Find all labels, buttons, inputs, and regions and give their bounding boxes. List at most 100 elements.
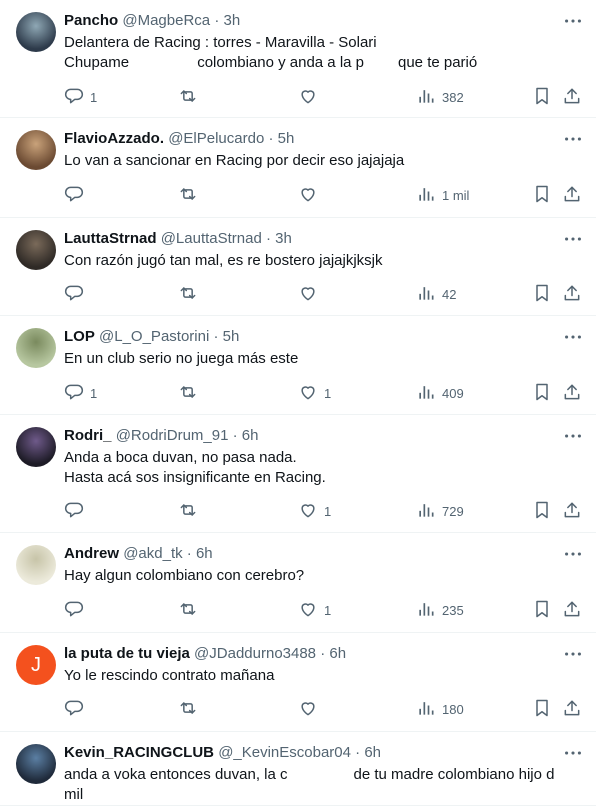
tweet[interactable]: LauttaStrnad @LauttaStrnad · 3h Con razón… bbox=[0, 218, 596, 316]
more-options-icon[interactable] bbox=[562, 543, 584, 565]
timestamp[interactable]: 6h bbox=[329, 645, 346, 662]
reply-button[interactable]: 1 bbox=[64, 86, 97, 108]
display-name[interactable]: LOP bbox=[64, 328, 95, 345]
share-button[interactable] bbox=[562, 698, 582, 720]
timestamp[interactable]: 6h bbox=[196, 545, 213, 562]
bookmark-button[interactable] bbox=[532, 599, 552, 621]
like-button[interactable]: 1 bbox=[298, 500, 331, 522]
more-options-icon[interactable] bbox=[562, 128, 584, 150]
retweet-button[interactable] bbox=[178, 698, 198, 720]
views-button[interactable]: 382 bbox=[416, 86, 464, 108]
tweet[interactable]: LOP @L_O_Pastorini · 5h En un club serio … bbox=[0, 316, 596, 415]
avatar[interactable] bbox=[16, 130, 56, 170]
like-button[interactable] bbox=[298, 184, 318, 206]
retweet-button[interactable] bbox=[178, 599, 198, 621]
views-button[interactable]: 42 bbox=[416, 283, 456, 305]
display-name[interactable]: FlavioAzzado. bbox=[64, 130, 164, 147]
tweet[interactable]: Pancho @MagbeRca · 3h Delantera de Racing… bbox=[0, 0, 596, 118]
more-options-icon[interactable] bbox=[562, 228, 584, 250]
share-button[interactable] bbox=[562, 184, 582, 206]
tweet-actions: 42 bbox=[0, 283, 596, 305]
like-button[interactable] bbox=[298, 86, 318, 108]
timestamp[interactable]: 6h bbox=[364, 744, 381, 761]
more-options-icon[interactable] bbox=[562, 643, 584, 665]
username-handle[interactable]: @RodriDrum_91 bbox=[116, 427, 229, 444]
more-options-icon[interactable] bbox=[562, 425, 584, 447]
timestamp[interactable]: 3h bbox=[275, 230, 292, 247]
avatar[interactable] bbox=[16, 230, 56, 270]
retweet-button[interactable] bbox=[178, 283, 198, 305]
tweet-text-line: Con razón jugó tan mal, es re bostero ja… bbox=[64, 251, 584, 271]
share-button[interactable] bbox=[562, 382, 582, 404]
more-options-icon[interactable] bbox=[562, 742, 584, 764]
avatar[interactable] bbox=[16, 12, 56, 52]
retweet-button[interactable] bbox=[178, 382, 198, 404]
reply-button[interactable] bbox=[64, 599, 84, 621]
bookmark-icon bbox=[532, 500, 552, 523]
reply-button[interactable] bbox=[64, 283, 84, 305]
views-button[interactable]: 180 bbox=[416, 698, 464, 720]
display-name[interactable]: Pancho bbox=[64, 12, 118, 29]
display-name[interactable]: Rodri_ bbox=[64, 427, 112, 444]
share-button[interactable] bbox=[562, 86, 582, 108]
tweet[interactable]: Andrew @akd_tk · 6h Hay algun colombiano … bbox=[0, 533, 596, 633]
username-handle[interactable]: @L_O_Pastorini bbox=[99, 328, 209, 345]
bookmark-button[interactable] bbox=[532, 500, 552, 522]
share-button[interactable] bbox=[562, 599, 582, 621]
reply-button[interactable] bbox=[64, 500, 84, 522]
text-segment: Lo van a sancionar en Racing por decir e… bbox=[64, 152, 405, 169]
like-count: 1 bbox=[324, 385, 332, 401]
bookmark-button[interactable] bbox=[532, 698, 552, 720]
reply-button[interactable]: 1 bbox=[64, 382, 97, 404]
username-handle[interactable]: @akd_tk bbox=[123, 545, 182, 562]
retweet-button[interactable] bbox=[178, 86, 198, 108]
views-button[interactable]: 235 bbox=[416, 599, 464, 621]
tweet-text: Yo le rescindo contrato mañana bbox=[64, 666, 584, 686]
avatar[interactable] bbox=[16, 744, 56, 784]
like-button[interactable]: 1 bbox=[298, 599, 331, 621]
views-button[interactable]: 729 bbox=[416, 500, 464, 522]
avatar[interactable]: J bbox=[16, 645, 56, 685]
timestamp[interactable]: 5h bbox=[223, 328, 240, 345]
tweet[interactable]: FlavioAzzado. @ElPelucardo · 5h Lo van a … bbox=[0, 118, 596, 218]
username-handle[interactable]: @JDaddurno3488 bbox=[194, 645, 316, 662]
like-button[interactable]: 1 bbox=[298, 382, 331, 404]
tweet[interactable]: Kevin_RACINGCLUB @_KevinEscobar04 · 6h an… bbox=[0, 732, 596, 806]
share-button[interactable] bbox=[562, 500, 582, 522]
views-button[interactable]: 409 bbox=[416, 382, 464, 404]
views-button[interactable]: 1 mil bbox=[416, 184, 469, 206]
tweet[interactable]: Rodri_ @RodriDrum_91 · 6h Anda a boca duv… bbox=[0, 415, 596, 533]
username-handle[interactable]: @_KevinEscobar04 bbox=[218, 744, 351, 761]
display-name[interactable]: Andrew bbox=[64, 545, 119, 562]
timestamp[interactable]: 6h bbox=[242, 427, 259, 444]
timestamp[interactable]: 5h bbox=[278, 130, 295, 147]
username-handle[interactable]: @LauttaStrnad bbox=[161, 230, 262, 247]
avatar[interactable] bbox=[16, 328, 56, 368]
avatar[interactable] bbox=[16, 545, 56, 585]
like-icon bbox=[298, 184, 318, 207]
more-options-icon[interactable] bbox=[562, 10, 584, 32]
text-segment: mil bbox=[64, 786, 84, 803]
username-handle[interactable]: @MagbeRca bbox=[122, 12, 210, 29]
username-handle[interactable]: @ElPelucardo bbox=[168, 130, 264, 147]
share-button[interactable] bbox=[562, 283, 582, 305]
more-options-icon[interactable] bbox=[562, 326, 584, 348]
tweet[interactable]: Jla puta de tu vieja @JDaddurno3488 · 6h… bbox=[0, 633, 596, 732]
retweet-button[interactable] bbox=[178, 500, 198, 522]
display-name[interactable]: la puta de tu vieja bbox=[64, 645, 190, 662]
reply-button[interactable] bbox=[64, 184, 84, 206]
retweet-button[interactable] bbox=[178, 184, 198, 206]
bookmark-button[interactable] bbox=[532, 382, 552, 404]
bookmark-button[interactable] bbox=[532, 184, 552, 206]
display-name[interactable]: LauttaStrnad bbox=[64, 230, 157, 247]
bookmark-button[interactable] bbox=[532, 86, 552, 108]
timestamp[interactable]: 3h bbox=[223, 12, 240, 29]
avatar[interactable] bbox=[16, 427, 56, 467]
reply-button[interactable] bbox=[64, 698, 84, 720]
like-button[interactable] bbox=[298, 698, 318, 720]
bookmark-button[interactable] bbox=[532, 283, 552, 305]
like-button[interactable] bbox=[298, 283, 318, 305]
display-name[interactable]: Kevin_RACINGCLUB bbox=[64, 744, 214, 761]
tweet-header: Rodri_ @RodriDrum_91 · 6h bbox=[64, 426, 258, 446]
tweet-header: Pancho @MagbeRca · 3h bbox=[64, 11, 240, 31]
